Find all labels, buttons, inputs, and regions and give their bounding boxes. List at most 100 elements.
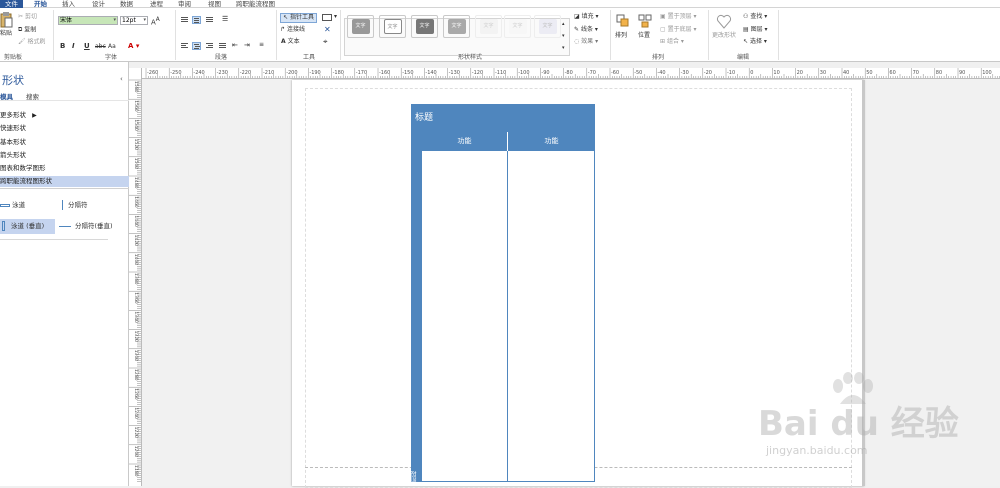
- align-middle-button[interactable]: [192, 16, 201, 24]
- align-left-button[interactable]: [180, 42, 189, 50]
- send-to-back-button[interactable]: ▢ 置于底层 ▾: [660, 26, 697, 34]
- tab-insert[interactable]: 插入: [62, 0, 75, 8]
- align-bottom-button[interactable]: [205, 16, 214, 24]
- close-icon[interactable]: ✕: [324, 26, 331, 34]
- arrange-icon: [616, 14, 629, 27]
- chevron-down-icon[interactable]: ▾: [334, 13, 337, 21]
- connector-tool-button[interactable]: ↱ 连接线: [280, 26, 305, 34]
- find-button[interactable]: ⚇ 查找 ▾: [743, 13, 767, 21]
- justify-button[interactable]: [218, 42, 227, 50]
- cut-button[interactable]: ✂ 剪切: [18, 13, 37, 22]
- vertical-ruler[interactable]: 1580 1560 1540 1520 1500 1480 1460 1440 1420 1400…: [129, 74, 142, 486]
- position-button[interactable]: [638, 14, 652, 28]
- tab-process[interactable]: 进程: [150, 0, 163, 8]
- decrease-indent-button[interactable]: ⇤: [232, 41, 238, 49]
- style-swatch-text: 文字: [538, 19, 557, 34]
- select-button[interactable]: ↖ 选择 ▾: [743, 38, 767, 46]
- style-swatch[interactable]: 文字: [411, 15, 438, 38]
- ruler-tick-label: 1440: [133, 215, 139, 227]
- style-swatch-text: 文字: [351, 19, 370, 34]
- ruler-tick-label: 1460: [133, 196, 139, 208]
- master-separator-vertical[interactable]: 分隔符(垂直): [59, 219, 127, 234]
- italic-button[interactable]: I: [72, 42, 75, 50]
- stencil-label: 快速形状: [0, 124, 26, 132]
- text-tool-button[interactable]: A 文本: [281, 38, 300, 46]
- panel-divider: [0, 100, 129, 101]
- format-painter-button[interactable]: 🖌 格式刷: [18, 38, 46, 47]
- tab-cross-functional[interactable]: 跨职能流程图: [236, 0, 275, 8]
- font-family-select[interactable]: 宋体 ▾: [58, 16, 118, 25]
- tab-view[interactable]: 视图: [208, 0, 221, 8]
- style-swatch[interactable]: 文字: [534, 15, 561, 38]
- cursor-icon: ↖: [283, 14, 289, 21]
- tab-home[interactable]: 开始: [34, 0, 47, 8]
- line-button[interactable]: ✎ 线条 ▾: [574, 26, 598, 34]
- master-label: 泳道 (垂直): [11, 222, 45, 230]
- effects-button[interactable]: ◌ 效果 ▾: [574, 38, 598, 46]
- fill-button[interactable]: ◪ 填充 ▾: [574, 13, 599, 21]
- horizontal-ruler[interactable]: -260 -250 -240 -230 -220 -210 -200 -190 -180 -170…: [142, 68, 1000, 79]
- strikethrough-button[interactable]: abc: [95, 43, 106, 51]
- stencil-item-selected[interactable]: 跨职能流程图形状: [0, 176, 129, 187]
- stencil-item[interactable]: 基本形状: [0, 137, 129, 148]
- change-case-button[interactable]: Aa: [108, 43, 116, 51]
- swimlane-divider[interactable]: [507, 151, 508, 482]
- underline-button[interactable]: U: [84, 42, 90, 50]
- master-swimlane[interactable]: 泳道: [0, 199, 55, 212]
- tab-file[interactable]: 文件: [0, 0, 23, 8]
- stencil-item[interactable]: 图表和数学图形: [0, 163, 129, 174]
- stencil-item[interactable]: 箭头形状: [0, 150, 129, 161]
- increase-indent-button[interactable]: ⇥: [244, 41, 250, 49]
- ruler-tick-label: -230: [217, 70, 228, 76]
- change-shape-button[interactable]: [716, 14, 732, 30]
- arrange-button[interactable]: [616, 14, 630, 28]
- gallery-scroll-button[interactable]: ▴ ▾ ▾: [562, 18, 565, 54]
- master-label: 分隔符: [68, 201, 88, 209]
- align-right-button[interactable]: [205, 42, 214, 50]
- stage-band[interactable]: [411, 132, 422, 482]
- chevron-down-icon: ▾: [113, 17, 116, 23]
- bullets-button[interactable]: ☰: [222, 15, 228, 23]
- align-top-button[interactable]: [180, 16, 189, 24]
- master-swimlane-vertical[interactable]: 泳道 (垂直): [0, 219, 55, 234]
- pointer-tool-label: 指针工具: [289, 14, 314, 21]
- tab-design[interactable]: 设计: [92, 0, 105, 8]
- arrange-label: 排列: [615, 32, 628, 39]
- style-swatch[interactable]: 文字: [443, 15, 470, 38]
- ruler-tick-label: 20: [797, 70, 803, 76]
- collapse-panel-icon[interactable]: ‹: [120, 75, 123, 83]
- text-direction-button[interactable]: ≡: [259, 41, 264, 49]
- font-color-button[interactable]: A ▾: [128, 42, 139, 50]
- ruler-tick-label: 1500: [133, 158, 139, 170]
- align-center-button[interactable]: [192, 42, 201, 50]
- font-size-select[interactable]: 12pt ▾: [120, 16, 148, 25]
- tab-review[interactable]: 审阅: [178, 0, 191, 8]
- bold-button[interactable]: B: [60, 42, 65, 50]
- group-button[interactable]: ⊞ 组合 ▾: [660, 38, 684, 46]
- layers-button[interactable]: ▤ 图层 ▾: [743, 26, 768, 34]
- master-separator[interactable]: 分隔符: [62, 199, 122, 212]
- cross-functional-flowchart[interactable]: [411, 104, 595, 482]
- rectangle-tool-button[interactable]: [322, 14, 332, 21]
- style-swatch[interactable]: 文字: [379, 15, 406, 38]
- ruler-tick-label: -220: [240, 70, 251, 76]
- bring-to-front-button[interactable]: ▣ 置于顶层 ▾: [660, 13, 697, 21]
- style-swatch[interactable]: 文字: [504, 15, 531, 38]
- connection-point-icon[interactable]: ⌖: [323, 38, 328, 46]
- swimlane-header-2[interactable]: 功能: [508, 132, 595, 151]
- paste-button[interactable]: [0, 12, 13, 28]
- pointer-tool-button[interactable]: ↖ 指针工具: [280, 13, 317, 23]
- style-swatch[interactable]: 文字: [475, 15, 502, 38]
- more-shapes-item[interactable]: 更多形状 ▶: [0, 110, 129, 121]
- ruler-tick-label: -20: [704, 70, 712, 76]
- flowchart-title[interactable]: 标题: [411, 104, 595, 132]
- tab-data[interactable]: 数据: [120, 0, 133, 8]
- vertical-swimlane-icon: [2, 221, 5, 231]
- grow-font-button[interactable]: AA: [151, 16, 160, 26]
- copy-button[interactable]: ⧉ 复制: [18, 26, 36, 35]
- editing-group-label: 编辑: [737, 54, 750, 61]
- swimlane-header-1[interactable]: 功能: [422, 132, 508, 151]
- stencil-item[interactable]: 快速形状: [0, 123, 129, 134]
- stage-label[interactable]: 阶段: [410, 463, 424, 483]
- style-swatch[interactable]: 文字: [347, 15, 374, 38]
